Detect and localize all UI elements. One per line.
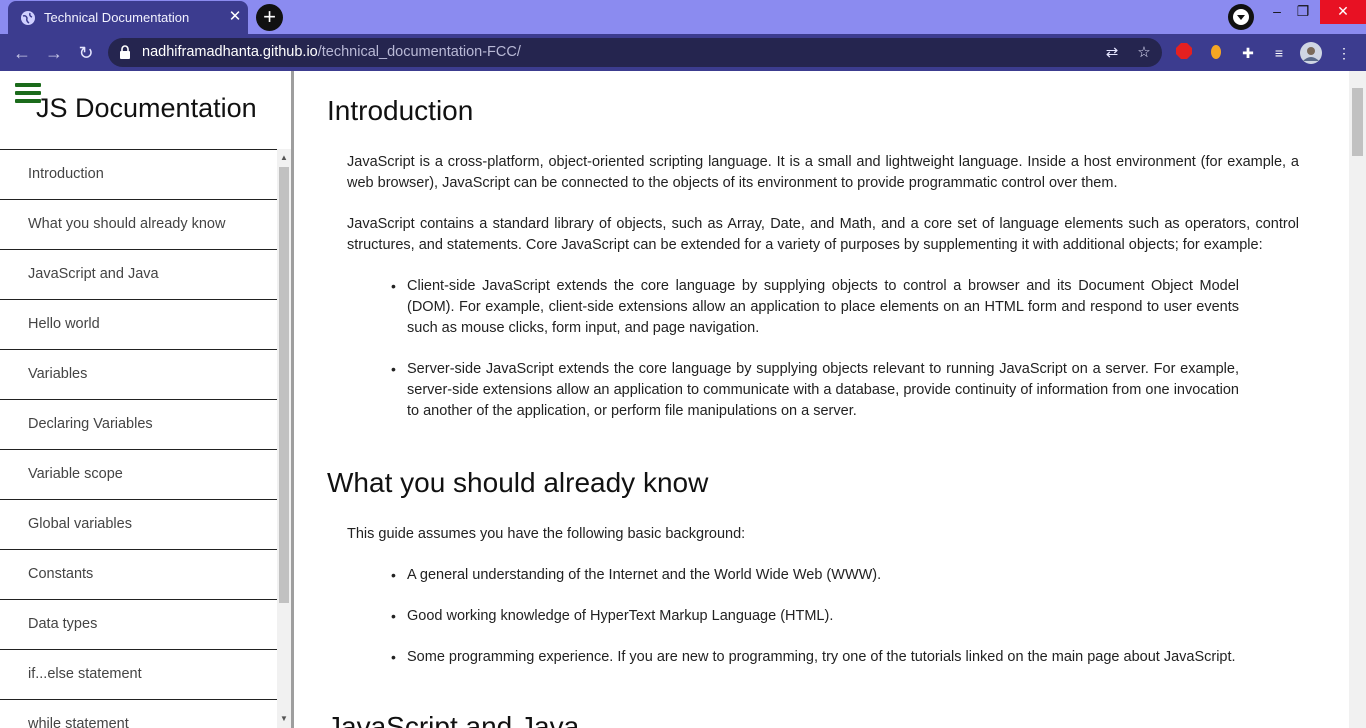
translate-icon[interactable]: ⇄ xyxy=(1102,43,1122,63)
bookmark-star-icon[interactable]: ☆ xyxy=(1134,43,1154,63)
section-heading: Introduction xyxy=(327,95,474,126)
tab-strip: Technical Documentation ✕ + – ❐ ✕ xyxy=(0,0,1366,34)
main-doc: Introduction JavaScript is a cross-platf… xyxy=(297,71,1349,728)
sidebar-title: JS Documentation xyxy=(36,93,257,123)
page-scroll-thumb[interactable] xyxy=(1352,88,1363,156)
browser-toolbar: ← → ↻ nadhiframadhanta.github.io/technic… xyxy=(0,34,1366,71)
nav-link[interactable]: What you should already know xyxy=(0,199,277,249)
new-tab-button[interactable]: + xyxy=(256,4,283,31)
sidebar-scrollbar[interactable]: ▲ ▼ xyxy=(277,149,291,728)
list-item: Server-side JavaScript extends the core … xyxy=(391,359,1239,422)
extension-cookie-icon[interactable] xyxy=(1205,42,1227,64)
extension-adblock-icon[interactable] xyxy=(1173,42,1195,64)
paragraph: JavaScript contains a standard library o… xyxy=(347,216,1299,253)
extensions-puzzle-icon[interactable]: ✚ xyxy=(1237,42,1259,64)
list-item: A general understanding of the Internet … xyxy=(391,565,1239,586)
list-item: Client-side JavaScript extends the core … xyxy=(391,276,1239,339)
lock-icon xyxy=(120,45,130,59)
section-heading: What you should already know xyxy=(327,467,709,498)
reload-icon[interactable]: ↻ xyxy=(74,41,98,65)
nav-link[interactable]: Data types xyxy=(0,599,277,649)
window-close-button[interactable]: ✕ xyxy=(1320,0,1366,24)
nav-link[interactable]: Introduction xyxy=(0,149,277,199)
tab-close-icon[interactable]: ✕ xyxy=(226,8,244,26)
chrome-menu-icon[interactable]: ⋮ xyxy=(1333,42,1355,64)
section-heading: JavaScript and Java xyxy=(327,711,580,728)
nav-link[interactable]: Global variables xyxy=(0,499,277,549)
url-text: nadhiframadhanta.github.io/technical_doc… xyxy=(142,44,521,60)
scroll-up-arrow-icon[interactable]: ▲ xyxy=(277,151,291,165)
forward-arrow-icon[interactable]: → xyxy=(42,41,66,65)
navbar: JS Documentation Introduction What you s… xyxy=(0,71,294,728)
address-bar[interactable]: nadhiframadhanta.github.io/technical_doc… xyxy=(108,38,1162,67)
web-page: JS Documentation Introduction What you s… xyxy=(0,71,1366,728)
nav-link[interactable]: JavaScript and Java xyxy=(0,249,277,299)
scroll-down-arrow-icon[interactable]: ▼ xyxy=(277,712,291,726)
list-item: Some programming experience. If you are … xyxy=(391,647,1239,668)
globe-icon xyxy=(21,11,35,25)
nav-link[interactable]: Hello world xyxy=(0,299,277,349)
list-item: Good working knowledge of HyperText Mark… xyxy=(391,606,1239,627)
url-host: nadhiframadhanta.github.io xyxy=(142,44,318,60)
nav-link-list: Introduction What you should already kno… xyxy=(0,149,277,728)
page-scrollbar[interactable] xyxy=(1349,71,1366,728)
paragraph: JavaScript is a cross-platform, object-o… xyxy=(347,154,1299,191)
nav-link[interactable]: Constants xyxy=(0,549,277,599)
nav-link[interactable]: if...else statement xyxy=(0,649,277,699)
back-arrow-icon[interactable]: ← xyxy=(10,41,34,65)
sidebar-scroll-thumb[interactable] xyxy=(279,167,289,603)
download-indicator-icon[interactable] xyxy=(1228,4,1254,30)
nav-link[interactable]: Declaring Variables xyxy=(0,399,277,449)
paragraph: This guide assumes you have the followin… xyxy=(347,526,746,542)
nav-link[interactable]: Variable scope xyxy=(0,449,277,499)
nav-link[interactable]: while statement xyxy=(0,699,277,728)
url-path: /technical_documentation-FCC/ xyxy=(317,44,521,60)
browser-tab[interactable]: Technical Documentation ✕ xyxy=(8,1,248,34)
profile-avatar-icon[interactable] xyxy=(1300,42,1322,64)
tab-title: Technical Documentation xyxy=(44,10,190,25)
media-queue-icon[interactable]: ≡ xyxy=(1268,42,1290,64)
nav-link[interactable]: Variables xyxy=(0,349,277,399)
